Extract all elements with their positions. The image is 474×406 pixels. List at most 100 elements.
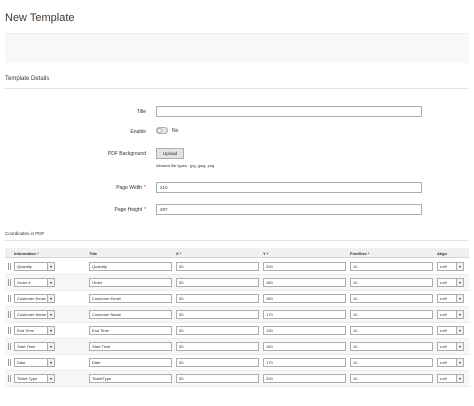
- drag-handle-icon[interactable]: [8, 327, 11, 334]
- information-select[interactable]: Date ▾: [14, 358, 55, 367]
- font-size-field[interactable]: 10: [350, 310, 433, 319]
- title-label: Title: [136, 109, 146, 115]
- section-divider: [5, 88, 469, 89]
- align-value: Left: [440, 264, 447, 269]
- chevron-down-icon: ▾: [47, 263, 54, 270]
- align-select[interactable]: Left ▾: [437, 326, 464, 335]
- font-size-field[interactable]: 10: [350, 294, 433, 303]
- chevron-down-icon: ▾: [456, 343, 463, 350]
- chevron-down-icon: ▾: [456, 327, 463, 334]
- information-value: Customer Name: [17, 312, 47, 317]
- information-value: Customer Email: [17, 296, 46, 301]
- x-field[interactable]: 50: [176, 278, 259, 287]
- information-value: Order #: [17, 280, 31, 285]
- font-size-field[interactable]: 10: [350, 374, 433, 383]
- align-value: Left: [440, 312, 447, 317]
- title-field[interactable]: Quantity: [89, 262, 172, 271]
- x-field[interactable]: 50: [176, 374, 259, 383]
- font-size-field[interactable]: 10: [350, 358, 433, 367]
- table-row: Ticket Type ▾ TicketType 50 200 10 Left ▾: [5, 371, 469, 387]
- page-width-input[interactable]: [156, 182, 422, 193]
- title-field[interactable]: Order: [89, 278, 172, 287]
- page-title: New Template: [5, 12, 75, 24]
- enable-toggle[interactable]: [156, 127, 168, 134]
- align-select[interactable]: Left ▾: [437, 342, 464, 351]
- table-row: Customer Email ▾ Customer Email 50 160 10 Left…: [5, 291, 469, 307]
- information-select[interactable]: Customer Email ▾: [14, 294, 55, 303]
- drag-handle-icon[interactable]: [8, 343, 11, 350]
- section-title: Template Details: [5, 76, 50, 82]
- header-title: Title: [89, 251, 98, 256]
- title-input[interactable]: [156, 106, 422, 117]
- title-field[interactable]: End Time: [89, 326, 172, 335]
- drag-handle-icon[interactable]: [8, 359, 11, 366]
- information-value: Quantity: [17, 264, 32, 269]
- title-field[interactable]: Customer Email: [89, 294, 172, 303]
- align-value: Left: [440, 280, 447, 285]
- chevron-down-icon: ▾: [47, 327, 54, 334]
- information-select[interactable]: Start Time ▾: [14, 342, 55, 351]
- required-marker: *: [144, 185, 146, 191]
- information-value: Ticket Type: [17, 376, 38, 381]
- x-field[interactable]: 50: [176, 294, 259, 303]
- font-size-field[interactable]: 10: [350, 326, 433, 335]
- pdf-background-label: PDF Background: [107, 151, 146, 157]
- x-field[interactable]: 50: [176, 310, 259, 319]
- x-field[interactable]: 50: [176, 342, 259, 351]
- information-select[interactable]: Quantity ▾: [14, 262, 55, 271]
- y-field[interactable]: 200: [263, 262, 346, 271]
- coordinates-title: Coordinates in PDF: [5, 231, 45, 236]
- font-size-field[interactable]: 10: [350, 342, 433, 351]
- information-select[interactable]: Customer Name ▾: [14, 310, 55, 319]
- align-value: Left: [440, 360, 447, 365]
- y-field[interactable]: 200: [263, 374, 346, 383]
- title-field[interactable]: TicketType: [89, 374, 172, 383]
- x-field[interactable]: 50: [176, 358, 259, 367]
- header-x: X *: [176, 251, 182, 256]
- chevron-down-icon: ▾: [456, 295, 463, 302]
- title-field[interactable]: Date: [89, 358, 172, 367]
- y-field[interactable]: 130: [263, 326, 346, 335]
- allowed-file-types-note: Allowed file types : jpg, jpeg, png.: [156, 163, 216, 168]
- drag-handle-icon[interactable]: [8, 375, 11, 382]
- chevron-down-icon: ▾: [47, 375, 54, 382]
- toggle-knob: [157, 128, 162, 133]
- information-select[interactable]: End Time ▾: [14, 326, 55, 335]
- information-value: Date: [17, 360, 26, 365]
- drag-handle-icon[interactable]: [8, 311, 11, 318]
- table-row: Date ▾ Date 50 170 10 Left ▾: [5, 355, 469, 371]
- chevron-down-icon: ▾: [47, 359, 54, 366]
- enable-label: Enable: [130, 129, 146, 135]
- title-field[interactable]: Customer Name: [89, 310, 172, 319]
- align-select[interactable]: Left ▾: [437, 374, 464, 383]
- font-size-field[interactable]: 10: [350, 262, 433, 271]
- coordinates-divider: [5, 240, 469, 241]
- page-actions-bar: [5, 33, 469, 63]
- title-field[interactable]: Start Time: [89, 342, 172, 351]
- information-select[interactable]: Ticket Type ▾: [14, 374, 55, 383]
- font-size-field[interactable]: 10: [350, 278, 433, 287]
- y-field[interactable]: 180: [263, 278, 346, 287]
- y-field[interactable]: 170: [263, 358, 346, 367]
- upload-button[interactable]: Upload: [156, 148, 184, 159]
- y-field[interactable]: 170: [263, 310, 346, 319]
- align-select[interactable]: Left ▾: [437, 262, 464, 271]
- grid-header: Information * Title X * Y * FontSize * A…: [5, 248, 469, 258]
- page-width-label: Page Width *: [116, 185, 146, 191]
- drag-handle-icon[interactable]: [8, 279, 11, 286]
- y-field[interactable]: 160: [263, 294, 346, 303]
- information-select[interactable]: Order # ▾: [14, 278, 55, 287]
- align-select[interactable]: Left ▾: [437, 310, 464, 319]
- y-field[interactable]: 150: [263, 342, 346, 351]
- drag-handle-icon[interactable]: [8, 295, 11, 302]
- required-marker: *: [144, 207, 146, 213]
- x-field[interactable]: 50: [176, 326, 259, 335]
- chevron-down-icon: ▾: [47, 311, 54, 318]
- x-field[interactable]: 50: [176, 262, 259, 271]
- drag-handle-icon[interactable]: [8, 263, 11, 270]
- align-select[interactable]: Left ▾: [437, 278, 464, 287]
- align-value: Left: [440, 296, 447, 301]
- align-select[interactable]: Left ▾: [437, 294, 464, 303]
- page-height-input[interactable]: [156, 204, 422, 215]
- align-select[interactable]: Left ▾: [437, 358, 464, 367]
